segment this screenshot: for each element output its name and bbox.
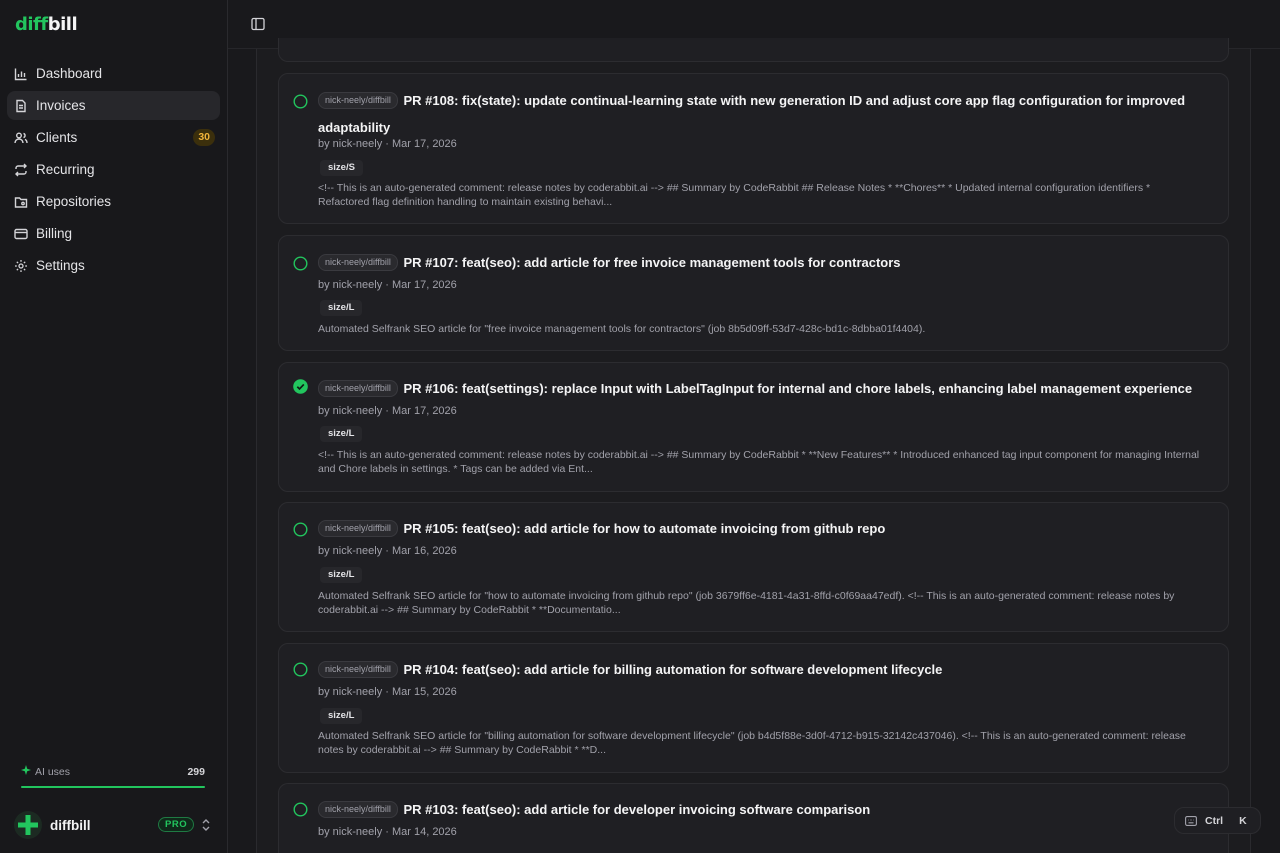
sidebar-item-label: Invoices [36, 98, 86, 113]
unselected-circle-icon[interactable] [293, 802, 308, 817]
repo-chip: nick-neely/diffbill [318, 254, 398, 271]
pr-title-line: nick-neely/diffbill PR #104: feat(seo): … [318, 656, 1204, 683]
sidebar-item-label: Dashboard [36, 66, 103, 81]
ai-uses-value: 299 [187, 765, 205, 778]
pr-title-line: nick-neely/diffbill PR #106: feat(settin… [318, 375, 1204, 402]
gear-icon [14, 259, 28, 273]
account-name: diffbill [50, 817, 91, 833]
size-tag: size/L [320, 426, 363, 442]
pr-meta: by nick-neely · Mar 14, 2026 [318, 826, 457, 838]
pr-description: <!-- This is an auto-generated comment: … [318, 449, 1200, 475]
size-tag: size/L [320, 708, 363, 724]
shortcut-key-k: K [1239, 814, 1247, 827]
ai-uses-label: AI uses [35, 765, 71, 778]
repo-chip: nick-neely/diffbill [318, 661, 398, 678]
document-icon [14, 99, 28, 113]
sidebar: diffbill Dashboard Invoices Clients 30 R… [0, 0, 228, 853]
sidebar-item-invoices[interactable]: Invoices [7, 91, 220, 120]
sidebar-item-recurring[interactable]: Recurring [7, 155, 220, 184]
unselected-circle-icon[interactable] [293, 94, 308, 109]
shortcut-key-ctrl: Ctrl [1205, 814, 1224, 827]
ai-uses-meter: AI uses 299 [21, 765, 205, 788]
pr-meta: by nick-neely · Mar 15, 2026 [318, 686, 457, 698]
pr-title-line: nick-neely/diffbill PR #103: feat(seo): … [318, 796, 1204, 823]
unselected-circle-icon[interactable] [293, 522, 308, 537]
users-icon [14, 131, 28, 145]
repo-chip: nick-neely/diffbill [318, 520, 398, 537]
command-palette-shortcut[interactable]: Ctrl K [1174, 807, 1261, 834]
pr-card[interactable]: nick-neely/diffbill PR #105: feat(seo): … [278, 502, 1229, 632]
brand-part-diff: diff [15, 14, 48, 35]
account-logo-icon [14, 811, 42, 839]
pr-title: PR #106: feat(settings): replace Input w… [403, 381, 1193, 396]
clients-count-badge: 30 [193, 129, 215, 146]
pr-title: PR #103: feat(seo): add article for deve… [403, 802, 871, 817]
pr-meta: by nick-neely · Mar 16, 2026 [318, 545, 457, 557]
pr-title-line: nick-neely/diffbill PR #105: feat(seo): … [318, 515, 1204, 542]
pr-title-line: nick-neely/diffbill PR #108: fix(state):… [318, 87, 1204, 141]
sidebar-item-label: Recurring [36, 162, 95, 177]
pr-meta: by nick-neely · Mar 17, 2026 [318, 405, 457, 417]
pr-title: PR #105: feat(seo): add article for how … [403, 521, 886, 536]
pr-title: PR #107: feat(seo): add article for free… [403, 255, 901, 270]
sidebar-item-dashboard[interactable]: Dashboard [7, 59, 220, 88]
pr-title: PR #108: fix(state): update continual-le… [318, 93, 1186, 135]
size-tag: size/S [320, 160, 363, 176]
sidebar-item-label: Settings [36, 258, 85, 273]
sidebar-item-repositories[interactable]: Repositories [7, 187, 220, 216]
pr-meta: by nick-neely · Mar 17, 2026 [318, 279, 457, 291]
brand-logo[interactable]: diffbill [15, 14, 78, 35]
chart-icon [14, 67, 28, 81]
sparkle-icon [21, 765, 31, 778]
pr-title: PR #104: feat(seo): add article for bill… [403, 662, 943, 677]
sidebar-item-billing[interactable]: Billing [7, 219, 220, 248]
size-tag: size/L [320, 300, 363, 316]
pr-card[interactable]: nick-neely/diffbill PR #103: feat(seo): … [278, 783, 1229, 853]
unselected-circle-icon[interactable] [293, 662, 308, 677]
pr-card-partial [278, 38, 1229, 62]
sidebar-item-label: Billing [36, 226, 73, 241]
chevron-up-down-icon[interactable] [200, 818, 212, 832]
pr-meta: by nick-neely · Mar 17, 2026 [318, 138, 457, 150]
unselected-circle-icon[interactable] [293, 256, 308, 271]
sidebar-nav: Dashboard Invoices Clients 30 Recurring [7, 59, 220, 283]
pr-description: Automated Selfrank SEO article for "bill… [318, 730, 1186, 756]
repo-chip: nick-neely/diffbill [318, 380, 398, 397]
plan-badge: PRO [158, 817, 195, 832]
sidebar-toggle-icon[interactable] [251, 17, 265, 31]
repo-chip: nick-neely/diffbill [318, 801, 398, 818]
size-tag: size/L [320, 567, 363, 583]
sidebar-item-clients[interactable]: Clients 30 [7, 123, 220, 152]
ai-uses-progress-bar [21, 786, 205, 788]
folder-git-icon [14, 195, 28, 209]
pr-card[interactable]: nick-neely/diffbill PR #108: fix(state):… [278, 73, 1229, 224]
sidebar-item-settings[interactable]: Settings [7, 251, 220, 280]
pr-description: Automated Selfrank SEO article for "how … [318, 590, 1175, 616]
checked-circle-icon[interactable] [293, 379, 308, 394]
repo-chip: nick-neely/diffbill [318, 92, 398, 109]
pr-title-line: nick-neely/diffbill PR #107: feat(seo): … [318, 249, 1204, 276]
ai-uses-progress-fill [21, 786, 205, 788]
pr-description: Automated Selfrank SEO article for "free… [318, 323, 926, 335]
repeat-icon [14, 163, 28, 177]
sidebar-item-label: Repositories [36, 194, 112, 209]
pr-description: <!-- This is an auto-generated comment: … [318, 182, 1151, 208]
keyboard-icon [1185, 815, 1197, 826]
pr-card[interactable]: nick-neely/diffbill PR #107: feat(seo): … [278, 235, 1229, 351]
pr-card[interactable]: nick-neely/diffbill PR #104: feat(seo): … [278, 643, 1229, 773]
account-switcher[interactable]: diffbill PRO [14, 810, 214, 840]
credit-card-icon [14, 227, 28, 241]
pr-card[interactable]: nick-neely/diffbill PR #106: feat(settin… [278, 362, 1229, 492]
sidebar-item-label: Clients [36, 130, 78, 145]
brand-part-bill: bill [47, 14, 78, 35]
